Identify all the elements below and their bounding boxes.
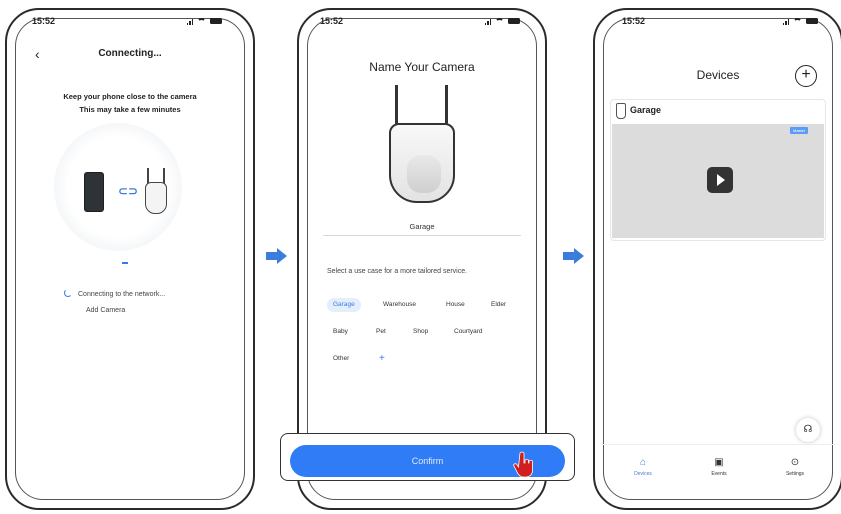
phone-illustration xyxy=(84,172,104,212)
events-icon: ▣ xyxy=(714,457,724,468)
status-icons xyxy=(484,18,520,25)
usecase-label: Select a use case for a more tailored se… xyxy=(327,268,468,275)
loading-spinner-icon xyxy=(64,289,72,297)
tab-devices[interactable]: ⌂ Devices xyxy=(618,457,668,477)
status-time: 15:52 xyxy=(622,16,646,26)
page-title: Connecting... xyxy=(98,48,162,59)
device-name: Garage xyxy=(630,105,662,115)
link-icon: ⊂⊃ xyxy=(118,184,139,198)
tab-devices-label: Devices xyxy=(634,471,652,477)
camera-illustration xyxy=(387,85,457,205)
signal-icon xyxy=(186,18,193,25)
connecting-message: Keep your phone close to the camera This… xyxy=(5,90,255,116)
play-icon[interactable] xyxy=(707,167,733,193)
camera-illustration xyxy=(143,168,169,216)
page-title: Name Your Camera xyxy=(369,60,475,74)
status-connecting: Connecting to the network... xyxy=(78,291,166,298)
status-bar: 15:52 xyxy=(320,14,520,28)
camera-name-input[interactable]: Garage xyxy=(323,222,521,236)
status-icons xyxy=(782,18,818,25)
message-line-1: Keep your phone close to the camera xyxy=(63,92,197,101)
battery-icon xyxy=(508,18,520,24)
chip-baby[interactable]: Baby xyxy=(327,325,354,339)
connection-status: Connecting to the network... Add Camera xyxy=(78,287,165,319)
chip-other[interactable]: Other xyxy=(327,352,356,366)
tab-settings[interactable]: ⊙ Settings xyxy=(770,457,820,477)
tab-events[interactable]: ▣ Events xyxy=(694,457,744,477)
status-time: 15:52 xyxy=(32,16,56,26)
chip-garage[interactable]: Garage xyxy=(327,298,361,312)
status-bar: 15:52 xyxy=(32,14,222,28)
phone-connecting xyxy=(5,8,255,510)
settings-icon: ⊙ xyxy=(790,457,800,468)
camera-icon xyxy=(616,103,626,119)
chip-courtyard[interactable]: Courtyard xyxy=(448,325,489,339)
add-chip-button[interactable]: + xyxy=(373,352,391,366)
status-add-camera: Add Camera xyxy=(86,307,126,314)
signal-icon xyxy=(484,18,491,25)
wifi-icon xyxy=(495,18,504,24)
signal-icon xyxy=(782,18,789,25)
chip-house[interactable]: House xyxy=(440,298,471,312)
home-icon: ⌂ xyxy=(639,457,647,468)
wifi-icon xyxy=(793,18,802,24)
progress-dash xyxy=(122,262,128,264)
bottom-tab-bar: ⌂ Devices ▣ Events ⊙ Settings xyxy=(602,444,836,492)
battery-icon xyxy=(806,18,818,24)
chip-pet[interactable]: Pet xyxy=(370,325,392,339)
status-bar: 15:52 xyxy=(622,14,818,28)
message-line-2: This may take a few minutes xyxy=(79,105,181,114)
wifi-icon xyxy=(197,18,206,24)
battery-icon xyxy=(210,18,222,24)
chip-warehouse[interactable]: Warehouse xyxy=(377,298,422,312)
tab-settings-label: Settings xyxy=(785,471,805,477)
status-icons xyxy=(186,18,222,25)
hand-pointer-icon xyxy=(513,451,533,478)
chip-shop[interactable]: Shop xyxy=(407,325,435,339)
status-badge: Master xyxy=(790,127,809,134)
add-device-button[interactable]: + xyxy=(795,65,817,87)
support-chat-icon[interactable]: ☊ xyxy=(796,418,820,442)
status-time: 15:52 xyxy=(320,16,344,26)
chip-elder[interactable]: Elder xyxy=(485,298,513,312)
tab-events-label: Events xyxy=(711,471,727,477)
